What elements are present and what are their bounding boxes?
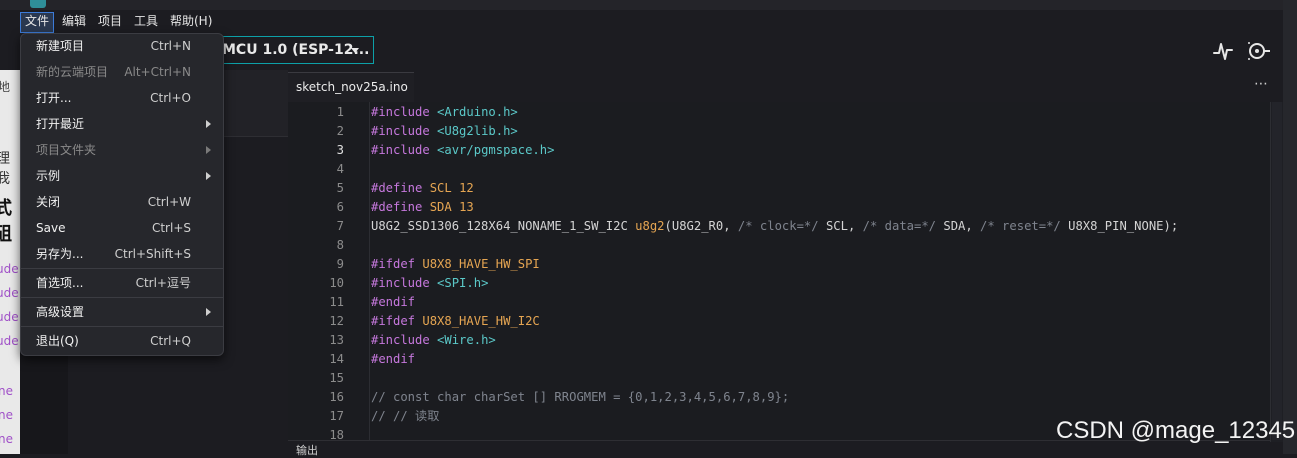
- arduino-logo-icon: [30, 0, 46, 8]
- background-window-strip: 地 理我 式砠 ude ude ude ude ne ne ne: [0, 70, 20, 454]
- line-number: 6: [336, 200, 344, 214]
- line-number: 3: [336, 143, 344, 157]
- background-text: 式砠: [0, 198, 12, 245]
- chevron-right-icon: [206, 308, 211, 316]
- code-line: // const char charSet [] RROGMEM = {0,1,…: [371, 390, 790, 404]
- code-line: #include <Arduino.h>: [371, 105, 518, 119]
- code-line: #include <Wire.h>: [371, 333, 496, 347]
- code-line: #include <U8g2lib.h>: [371, 124, 518, 138]
- code-line: #endif: [371, 352, 416, 366]
- code-line: #endif: [371, 295, 416, 309]
- line-number: 8: [336, 238, 344, 252]
- background-text: ude: [0, 310, 19, 324]
- code-line: #ifdef U8X8_HAVE_HW_SPI: [371, 257, 540, 271]
- output-tab[interactable]: 输出: [296, 442, 318, 458]
- background-text: ude: [0, 286, 19, 300]
- line-number: 16: [329, 390, 344, 404]
- more-icon[interactable]: ⋯: [1254, 76, 1268, 92]
- line-number: 2: [336, 124, 344, 138]
- code-line: #ifdef U8X8_HAVE_HW_I2C: [371, 314, 540, 328]
- line-number: 7: [336, 219, 344, 233]
- line-number: 4: [336, 162, 344, 176]
- menu-item-examples[interactable]: 示例: [36, 163, 211, 189]
- line-number: 17: [329, 409, 344, 423]
- scrollbar-thumb[interactable]: [1272, 102, 1282, 440]
- background-text: ne: [0, 408, 13, 422]
- menu-item-save[interactable]: Save Ctrl+S: [36, 215, 211, 241]
- code-line: #include <avr/pgmspace.h>: [371, 143, 555, 157]
- line-number: 15: [329, 371, 344, 385]
- line-number: 10: [329, 276, 344, 290]
- background-text: ude: [0, 334, 19, 348]
- menu-file[interactable]: 文件: [20, 12, 55, 33]
- chevron-right-icon: [206, 120, 211, 128]
- menu-bar: 文件 编辑 项目 工具 帮助(H): [0, 10, 1297, 33]
- gutter-divider: [369, 102, 370, 440]
- background-text: ne: [0, 432, 13, 446]
- menu-item-open[interactable]: 打开... Ctrl+O: [36, 85, 211, 111]
- menu-separator: [21, 297, 223, 298]
- window-edge: [1283, 0, 1297, 454]
- background-text: 理我: [0, 151, 10, 187]
- background-text: 地: [0, 80, 11, 94]
- line-number: 5: [336, 181, 344, 195]
- code-line: U8G2_SSD1306_128X64_NONAME_1_SW_I2C u8g2…: [371, 219, 1179, 233]
- menu-edit[interactable]: 编辑: [58, 12, 90, 31]
- menu-item-new-sketch[interactable]: 新建项目 Ctrl+N: [36, 33, 211, 59]
- code-line: // // 读取: [371, 409, 440, 423]
- line-number: 14: [329, 352, 344, 366]
- menu-separator: [21, 326, 223, 327]
- code-line: #define SDA 13: [371, 200, 474, 214]
- line-number: 9: [336, 257, 344, 271]
- title-bar: [0, 0, 1297, 10]
- serial-plotter-icon[interactable]: [1212, 40, 1234, 62]
- menu-item-save-as[interactable]: 另存为... Ctrl+Shift+S: [36, 241, 211, 267]
- menu-item-sketchbook[interactable]: 项目文件夹: [36, 137, 211, 163]
- menu-item-open-recent[interactable]: 打开最近: [36, 111, 211, 137]
- menu-item-new-cloud-sketch[interactable]: 新的云端项目 Alt+Ctrl+N: [36, 59, 211, 85]
- tab-bar: [288, 70, 1285, 102]
- line-number: 12: [329, 314, 344, 328]
- code-line: #include <SPI.h>: [371, 276, 489, 290]
- menu-help[interactable]: 帮助(H): [166, 12, 216, 31]
- chevron-right-icon: [206, 172, 211, 180]
- line-number: 13: [329, 333, 344, 347]
- serial-monitor-icon[interactable]: [1246, 40, 1272, 62]
- menu-item-close[interactable]: 关闭 Ctrl+W: [36, 189, 211, 215]
- menu-sketch[interactable]: 项目: [94, 12, 126, 31]
- menu-item-advanced[interactable]: 高级设置: [36, 299, 211, 325]
- board-selector-label: MCU 1.0 (ESP-12...: [222, 42, 370, 58]
- watermark: CSDN @mage_12345: [1056, 417, 1296, 444]
- background-text: ude: [0, 262, 19, 276]
- line-number: 1: [336, 105, 344, 119]
- tab-sketch[interactable]: sketch_nov25a.ino: [288, 72, 414, 102]
- menu-separator: [21, 268, 223, 269]
- menu-tools[interactable]: 工具: [130, 12, 162, 31]
- background-text: ne: [0, 384, 13, 398]
- menu-item-preferences[interactable]: 首选项... Ctrl+逗号: [36, 270, 211, 296]
- chevron-right-icon: [206, 146, 211, 154]
- code-line: #define SCL 12: [371, 181, 474, 195]
- line-number: 11: [329, 295, 344, 309]
- menu-item-quit[interactable]: 退出(Q) Ctrl+Q: [36, 328, 211, 354]
- chevron-down-icon: [351, 48, 359, 53]
